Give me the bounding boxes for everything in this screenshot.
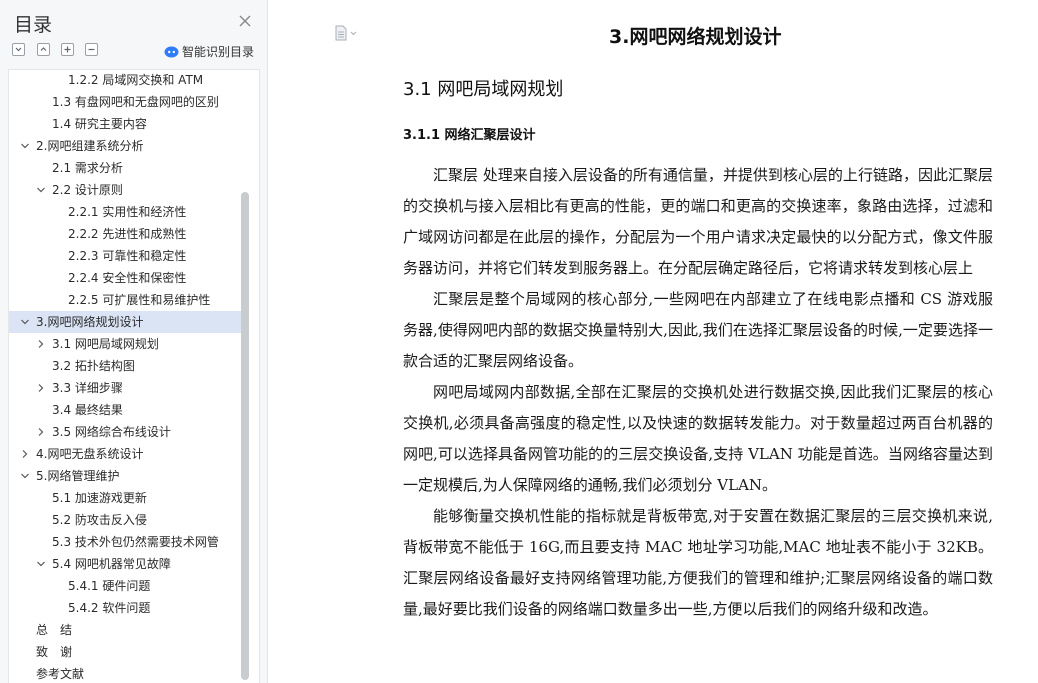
smart-toc-button[interactable]: 智能识别目录 [164,42,254,60]
toc-title: 目录 [14,14,53,36]
toc-item[interactable]: 3.网吧网络规划设计 [9,311,241,333]
chevron-right-icon[interactable] [36,339,46,349]
toc-item-label: 4.网吧无盘系统设计 [36,447,144,461]
toc-item[interactable]: 3.3 详细步骤 [9,377,241,399]
toc-item[interactable]: 1.4 研究主要内容 [9,113,241,135]
plus-box-icon[interactable] [61,43,74,56]
toc-item-label: 2.2.4 安全性和保密性 [68,271,187,285]
section-heading: 3.1 网吧局域网规划 [403,79,564,100]
paragraph: 能够衡量交换机性能的指标就是背板带宽,对于安置在数据汇聚层的三层交换机来说,背板… [403,507,993,618]
toc-item[interactable]: 总 结 [9,619,241,641]
smart-toc-label: 智能识别目录 [182,44,255,59]
toc-item-label: 5.4.1 硬件问题 [68,579,151,593]
toc-item-label: 2.网吧组建系统分析 [36,139,144,153]
toc-item-label: 1.4 研究主要内容 [52,117,147,131]
toc-item[interactable]: 3.4 最终结果 [9,399,241,421]
toc-sidebar: 目录 智能识别目录 1.2.2 局域网交换和 ATM 1.3 有盘网吧和无盘网吧的… [0,0,268,683]
toc-item[interactable]: 2.网吧组建系统分析 [9,135,241,157]
toc-item-label: 3.2 拓扑结构图 [52,359,135,373]
toc-item[interactable]: 5.4 网吧机器常见故障 [9,553,241,575]
chevron-down-icon[interactable] [36,559,46,569]
document-icon [335,25,357,41]
toc-item-label: 总 结 [36,623,73,637]
document-pane: 3.网吧网络规划设计 3.1 网吧局域网规划 3.1.1 网络汇聚层设计 汇聚层… [269,0,1038,683]
toc-item-label: 3.3 详细步骤 [52,381,123,395]
toc-item-label: 5.4 网吧机器常见故障 [52,557,171,571]
chevron-right-icon[interactable] [20,449,30,459]
chevron-right-icon[interactable] [36,427,46,437]
doc-menu-button[interactable] [335,24,357,42]
toc-item-label: 5.4.2 软件问题 [68,601,151,615]
toc-item[interactable]: 5.网络管理维护 [9,465,241,487]
toc-item-label: 2.1 需求分析 [52,161,123,175]
paragraph: 网吧局域网内部数据,全部在汇聚层的交换机处进行数据交换,因此我们汇聚层的核心交换… [403,383,993,494]
minus-box-icon[interactable] [85,43,98,56]
subsection-heading: 3.1.1 网络汇聚层设计 [403,128,536,143]
toc-item-label: 1.3 有盘网吧和无盘网吧的区别 [52,95,219,109]
toc-item[interactable]: 3.1 网吧局域网规划 [9,333,241,355]
smart-robot-icon [164,46,179,57]
toc-item-label: 2.2.3 可靠性和稳定性 [68,249,187,263]
chevron-down-icon[interactable] [20,317,30,327]
toc-item[interactable]: 5.4.2 软件问题 [9,597,241,619]
close-icon[interactable] [236,12,254,30]
toc-item[interactable]: 2.2.1 实用性和经济性 [9,201,241,223]
chevron-down-icon[interactable] [20,471,30,481]
toc-item-label: 5.网络管理维护 [36,469,120,483]
toc-item[interactable]: 2.2.4 安全性和保密性 [9,267,241,289]
toc-item-label: 5.2 防攻击反入侵 [52,513,147,527]
chevron-down-icon[interactable] [36,185,46,195]
toc-item[interactable]: 2.2.2 先进性和成熟性 [9,223,241,245]
toc-item[interactable]: 1.3 有盘网吧和无盘网吧的区别 [9,91,241,113]
document-body: 汇聚层 处理来自接入层设备的所有通信量，并提供到核心层的上行链路，因此汇聚层的交… [403,160,993,625]
toc-item[interactable]: 4.网吧无盘系统设计 [9,443,241,465]
toc-tree: 1.2.2 局域网交换和 ATM 1.3 有盘网吧和无盘网吧的区别 1.4 研究主要… [8,69,260,683]
paragraph: 汇聚层是整个局域网的核心部分,一些网吧在内部建立了在线电影点播和 CS 游戏服务… [403,290,993,370]
toc-item[interactable]: 参考文献 [9,663,241,683]
chevron-right-icon[interactable] [36,383,46,393]
toc-item[interactable]: 5.4.1 硬件问题 [9,575,241,597]
toc-item-label: 2.2 设计原则 [52,183,123,197]
toc-item-label: 2.2.5 可扩展性和易维护性 [68,293,211,307]
toc-item[interactable]: 致 谢 [9,641,241,663]
toc-item-label: 5.1 加速游戏更新 [52,491,147,505]
toc-item-label: 1.2.2 局域网交换和 ATM [68,73,204,87]
toc-item[interactable]: 2.1 需求分析 [9,157,241,179]
paragraph: 汇聚层 处理来自接入层设备的所有通信量，并提供到核心层的上行链路，因此汇聚层的交… [403,166,993,277]
toc-item[interactable]: 2.2.3 可靠性和稳定性 [9,245,241,267]
chevron-up-box-icon[interactable] [37,43,50,56]
toc-item[interactable]: 5.1 加速游戏更新 [9,487,241,509]
toc-item[interactable]: 5.3 技术外包仍然需要技术网管 [9,531,241,553]
toc-item[interactable]: 5.2 防攻击反入侵 [9,509,241,531]
toc-item-label: 3.网吧网络规划设计 [36,315,144,329]
toc-item[interactable]: 3.5 网络综合布线设计 [9,421,241,443]
toc-item[interactable]: 1.2.2 局域网交换和 ATM [9,70,241,91]
chevron-down-icon[interactable] [20,141,30,151]
toc-item-label: 2.2.1 实用性和经济性 [68,205,187,219]
collapse-all-icon[interactable] [12,43,25,56]
toc-item[interactable]: 3.2 拓扑结构图 [9,355,241,377]
toc-item[interactable]: 2.2 设计原则 [9,179,241,201]
toc-item-label: 3.4 最终结果 [52,403,123,417]
toc-item-label: 参考文献 [36,667,85,681]
toc-scrollbar[interactable] [241,192,249,680]
toc-item-label: 3.1 网吧局域网规划 [52,337,159,351]
toc-item-label: 5.3 技术外包仍然需要技术网管 [52,535,219,549]
toc-item-label: 3.5 网络综合布线设计 [52,425,171,439]
toc-item-label: 致 谢 [36,645,73,659]
toc-item[interactable]: 2.2.5 可扩展性和易维护性 [9,289,241,311]
document-heading: 3.网吧网络规划设计 [609,26,782,48]
toc-item-label: 2.2.2 先进性和成熟性 [68,227,187,241]
